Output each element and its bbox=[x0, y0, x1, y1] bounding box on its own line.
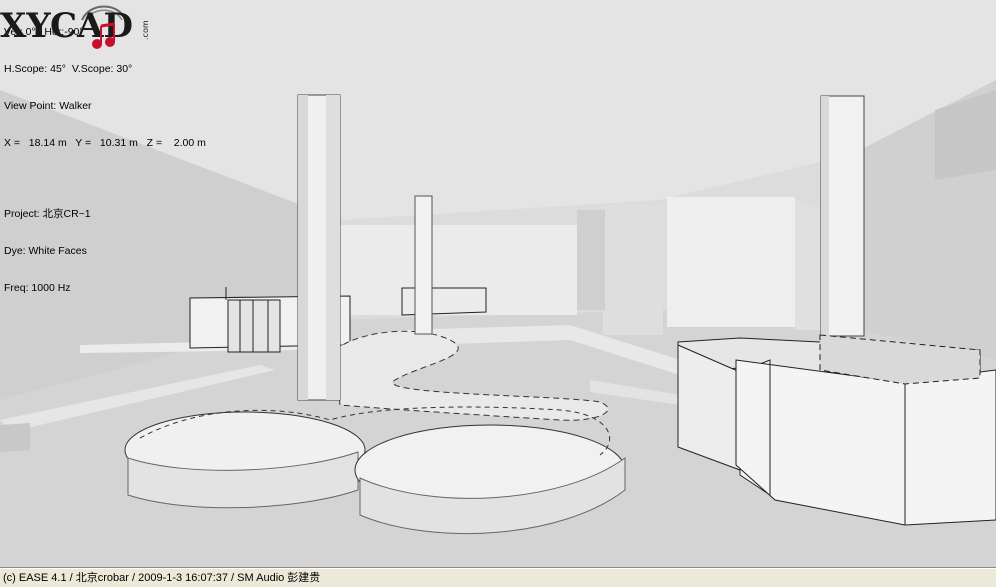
status-text: (c) EASE 4.1 / 北京crobar / 2009-1-3 16:07… bbox=[3, 572, 321, 584]
viewpoint-readout: View Point: Walker bbox=[4, 100, 92, 113]
coordinates-readout: X = 18.14 m Y = 10.31 m Z = 2.00 m bbox=[4, 137, 206, 150]
project-readout: Project: 北京CR~1 bbox=[4, 207, 91, 220]
status-bar: (c) EASE 4.1 / 北京crobar / 2009-1-3 16:07… bbox=[0, 568, 996, 587]
svg-text:.com: .com bbox=[141, 20, 150, 40]
scope-readout: H.Scope: 45° V.Scope: 30° bbox=[4, 63, 133, 76]
frequency-readout: Freq: 1000 Hz bbox=[4, 281, 71, 294]
xycad-watermark-logo: XYCAD .com bbox=[0, 5, 150, 49]
3d-viewport[interactable]: Ver: 0° Hor:-90° H.Scope: 45° V.Scope: 3… bbox=[0, 0, 996, 568]
dye-readout: Dye: White Faces bbox=[4, 244, 87, 257]
ease-viewer-window: Ver: 0° Hor:-90° H.Scope: 45° V.Scope: 3… bbox=[0, 0, 996, 587]
